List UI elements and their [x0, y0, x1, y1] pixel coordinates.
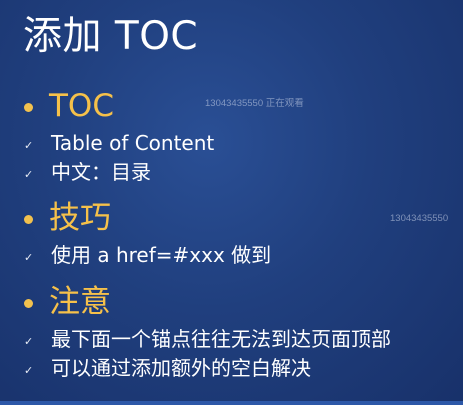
list-item: ✓ 使用 a href=#xxx 做到	[24, 240, 271, 269]
id-watermark: 13043435550	[390, 213, 449, 224]
section-heading: TOC	[49, 88, 114, 124]
bottom-edge-bar	[0, 401, 463, 405]
section-heading-row: 技巧	[24, 196, 271, 240]
list-item-text: Table of Content	[51, 130, 215, 155]
check-icon: ✓	[24, 364, 34, 377]
section-heading-row: 注意	[24, 280, 391, 324]
section-heading: 技巧	[49, 200, 111, 236]
bullet-dot-icon	[24, 214, 33, 224]
list-item: ✓ 中文：目录	[24, 157, 214, 186]
list-item: ✓ 最下面一个锚点往往无法到达页面顶部	[24, 324, 391, 353]
section-tips: 技巧 ✓ 使用 a href=#xxx 做到	[24, 196, 271, 269]
check-icon: ✓	[24, 139, 34, 152]
list-item: ✓ 可以通过添加额外的空白解决	[24, 353, 391, 382]
section-heading: 注意	[49, 284, 111, 320]
slide: 添加 TOC TOC ✓ Table of Content ✓ 中文：目录 技巧…	[0, 0, 463, 405]
list-item-text: 最下面一个锚点往往无法到达页面顶部	[51, 326, 391, 351]
section-toc: TOC ✓ Table of Content ✓ 中文：目录	[24, 84, 214, 186]
check-icon: ✓	[24, 168, 34, 181]
section-notes: 注意 ✓ 最下面一个锚点往往无法到达页面顶部 ✓ 可以通过添加额外的空白解决	[24, 280, 391, 382]
list-item-text: 中文：目录	[51, 159, 151, 184]
check-icon: ✓	[24, 335, 34, 348]
check-icon: ✓	[24, 251, 34, 264]
list-item-text: 使用 a href=#xxx 做到	[51, 242, 272, 267]
bullet-dot-icon	[24, 298, 33, 308]
viewer-watermark: 13043435550 正在观看	[205, 98, 304, 109]
section-heading-row: TOC	[24, 84, 214, 128]
slide-title: 添加 TOC	[23, 14, 199, 59]
bullet-dot-icon	[24, 102, 33, 112]
list-item: ✓ Table of Content	[24, 128, 214, 157]
list-item-text: 可以通过添加额外的空白解决	[51, 355, 311, 380]
